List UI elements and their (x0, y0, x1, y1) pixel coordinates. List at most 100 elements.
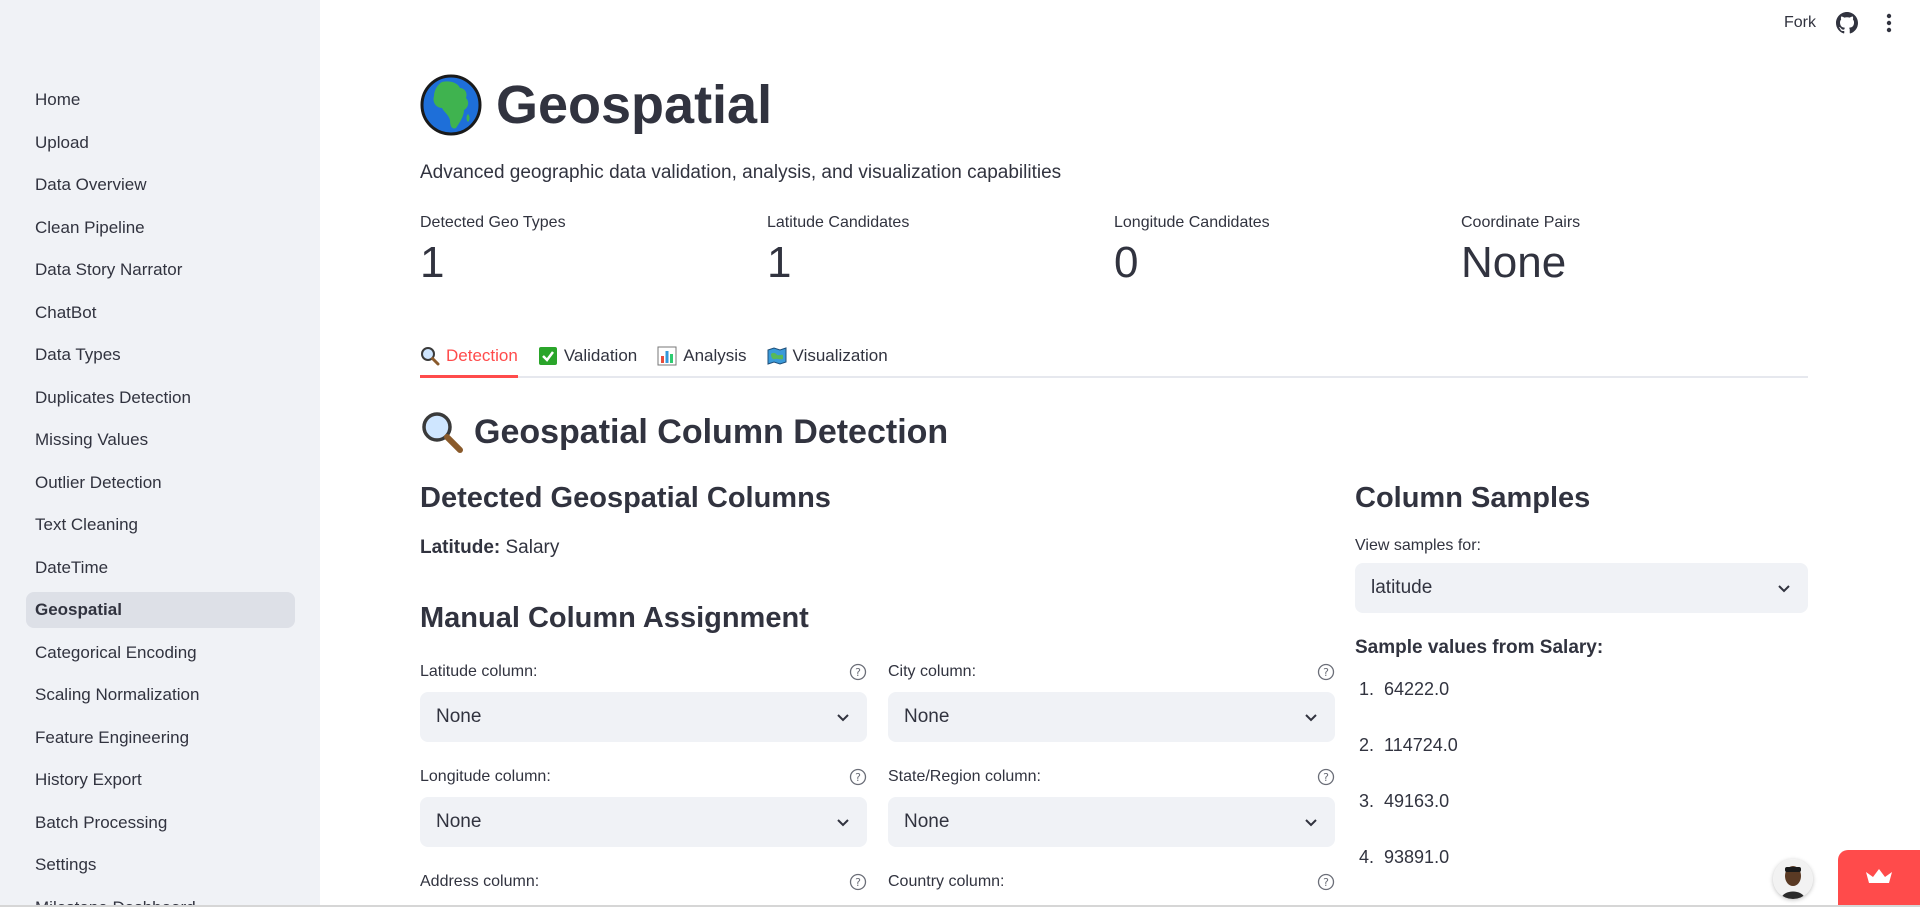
state-region-column-field: State/Region column: ? None (888, 765, 1335, 847)
sidebar-item-text-cleaning[interactable]: Text Cleaning (26, 504, 295, 547)
field-label-row: Address column: ? (420, 870, 867, 894)
sidebar-item-data-story-narrator[interactable]: Data Story Narrator (26, 249, 295, 292)
sidebar-item-data-types[interactable]: Data Types (26, 334, 295, 377)
sidebar-item-scaling-normalization[interactable]: Scaling Normalization (26, 674, 295, 717)
fork-button[interactable]: Fork (1784, 14, 1816, 32)
tab-detection[interactable]: Detection (420, 336, 518, 378)
sidebar-item-milestone-dashboard[interactable]: Milestone Dashboard (26, 887, 295, 907)
field-label: State/Region column: (888, 768, 1041, 785)
sidebar-item-clean-pipeline[interactable]: Clean Pipeline (26, 207, 295, 250)
metric-label: Detected Geo Types (420, 214, 566, 231)
github-icon[interactable] (1836, 12, 1858, 34)
column-samples-panel: Column Samples View samples for: latitud… (1355, 482, 1808, 903)
detection-left-column: Detected Geospatial Columns Latitude: Sa… (420, 482, 1340, 891)
latitude-key: Latitude: (420, 537, 501, 558)
sidebar-item-datetime[interactable]: DateTime (26, 547, 295, 590)
magnifier-icon (420, 410, 464, 454)
field-label: Country column: (888, 873, 1005, 890)
tab-validation[interactable]: Validation (538, 336, 637, 376)
crown-icon (1864, 866, 1894, 891)
state-region-column-select[interactable]: None (888, 797, 1335, 847)
check-box-icon (538, 346, 558, 366)
sidebar-item-history-export[interactable]: History Export (26, 759, 295, 802)
sidebar-item-categorical-encoding[interactable]: Categorical Encoding (26, 632, 295, 675)
sample-values-list: 1. 64222.0 2. 114724.0 3. 49163.0 4. 93891.0 (1355, 679, 1808, 903)
sidebar-item-batch-processing[interactable]: Batch Processing (26, 802, 295, 845)
list-item: 4. 93891.0 (1355, 847, 1808, 903)
tab-label: Detection (446, 345, 518, 365)
main-area: Fork Geospatial Advanced geographic data… (320, 0, 1920, 907)
metric-coordinate-pairs: Coordinate Pairs None (1461, 214, 1808, 288)
page-subtitle: Advanced geographic data validation, ana… (420, 162, 1062, 183)
field-label: Longitude column: (420, 768, 551, 785)
help-icon[interactable]: ? (849, 873, 867, 891)
country-column-field: Country column: ? (888, 870, 1335, 894)
sidebar-item-settings[interactable]: Settings (26, 844, 295, 887)
magnifier-icon (420, 346, 440, 366)
tab-bar: Detection Validation Analysis Visualizat… (420, 336, 1808, 378)
help-icon[interactable]: ? (1317, 873, 1335, 891)
metric-label: Coordinate Pairs (1461, 214, 1581, 231)
field-label: Latitude column: (420, 663, 538, 680)
streamlit-crown-button[interactable] (1838, 850, 1920, 907)
longitude-column-field: Longitude column: ? None (420, 765, 867, 847)
list-value: 93891.0 (1384, 847, 1450, 867)
globe-africa-icon (420, 74, 482, 136)
sidebar-item-feature-engineering[interactable]: Feature Engineering (26, 717, 295, 760)
latitude-column-select[interactable]: None (420, 692, 867, 742)
city-column-field: City column: ? None (888, 660, 1335, 742)
kebab-menu-icon[interactable] (1878, 12, 1900, 34)
help-icon[interactable]: ? (1317, 768, 1335, 786)
sidebar-item-data-overview[interactable]: Data Overview (26, 164, 295, 207)
sidebar-item-home[interactable]: Home (26, 79, 295, 122)
field-label-row: Country column: ? (888, 870, 1335, 894)
tab-visualization[interactable]: Visualization (767, 336, 888, 376)
list-number: 3. (1359, 791, 1375, 811)
list-number: 4. (1359, 847, 1375, 867)
chevron-down-icon (835, 814, 851, 830)
sidebar-item-chatbot[interactable]: ChatBot (26, 292, 295, 335)
list-value: 49163.0 (1384, 791, 1450, 811)
metric-longitude-candidates: Longitude Candidates 0 (1114, 214, 1461, 288)
field-label: City column: (888, 663, 977, 680)
sidebar-item-geospatial[interactable]: Geospatial (26, 592, 295, 628)
bar-chart-icon (657, 346, 677, 366)
list-number: 1. (1359, 679, 1375, 699)
field-label-row: Latitude column: ? (420, 660, 867, 684)
metric-detected-geo-types: Detected Geo Types 1 (420, 214, 767, 288)
sidebar-item-outlier-detection[interactable]: Outlier Detection (26, 462, 295, 505)
help-icon[interactable]: ? (849, 663, 867, 681)
view-samples-label: View samples for: (1355, 537, 1481, 554)
list-item: 1. 64222.0 (1355, 679, 1808, 735)
city-column-select[interactable]: None (888, 692, 1335, 742)
sample-values-title: Sample values from Salary: (1355, 637, 1604, 658)
section-heading: Geospatial Column Detection (420, 410, 948, 454)
svg-text:?: ? (855, 771, 861, 784)
metric-label: Latitude Candidates (767, 214, 910, 231)
help-icon[interactable]: ? (1317, 663, 1335, 681)
sidebar-item-upload[interactable]: Upload (26, 122, 295, 165)
chevron-down-icon (1303, 814, 1319, 830)
sidebar-item-duplicates-detection[interactable]: Duplicates Detection (26, 377, 295, 420)
tab-label: Visualization (792, 346, 888, 365)
list-value: 114724.0 (1384, 735, 1458, 755)
chevron-down-icon (835, 709, 851, 725)
tab-analysis[interactable]: Analysis (657, 336, 747, 376)
help-icon[interactable]: ? (849, 768, 867, 786)
avatar[interactable] (1773, 859, 1813, 899)
page-content: Geospatial Advanced geographic data vali… (420, 70, 1808, 891)
metric-value: 1 (767, 238, 792, 287)
metric-label: Longitude Candidates (1114, 214, 1270, 231)
toolbar: Fork (1784, 0, 1920, 46)
sidebar-item-missing-values[interactable]: Missing Values (26, 419, 295, 462)
sidebar-nav: Home Upload Data Overview Clean Pipeline… (26, 79, 295, 907)
manual-assignment-heading: Manual Column Assignment (420, 602, 809, 634)
sample-type-select[interactable]: latitude (1355, 563, 1808, 613)
metric-latitude-candidates: Latitude Candidates 1 (767, 214, 1114, 288)
list-number: 2. (1359, 735, 1375, 755)
field-label-row: State/Region column: ? (888, 765, 1335, 789)
column-samples-heading: Column Samples (1355, 482, 1591, 514)
page-title: Geospatial (496, 75, 773, 135)
latitude-value: Salary (505, 537, 560, 558)
longitude-column-select[interactable]: None (420, 797, 867, 847)
